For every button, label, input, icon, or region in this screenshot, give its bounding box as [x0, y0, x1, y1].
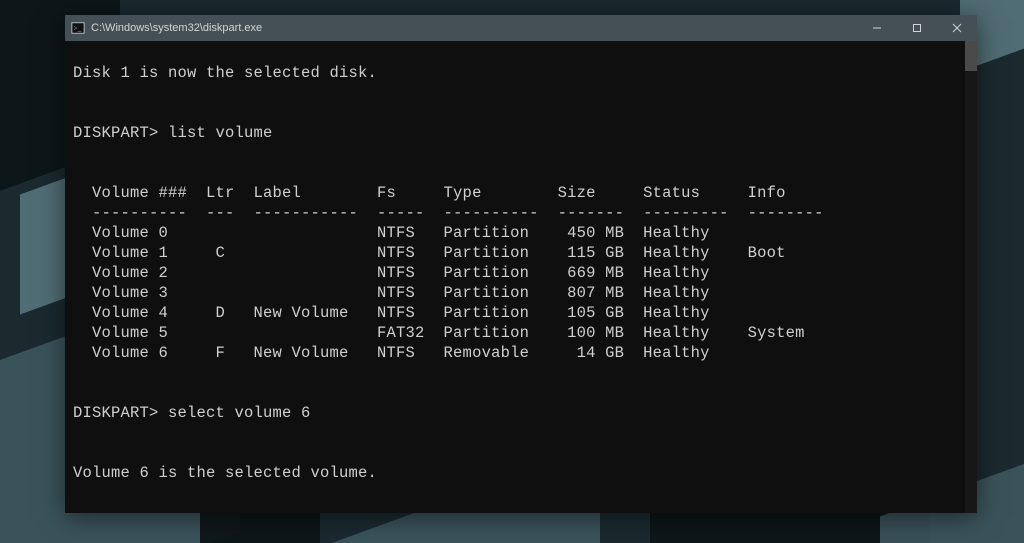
table-header: Volume ### Ltr Label Fs Type Size Status… [73, 184, 786, 202]
table-row: Volume 3 NTFS Partition 807 MB Healthy [73, 284, 710, 302]
table-row: Volume 4 D New Volume NTFS Partition 105… [73, 304, 710, 322]
prompt: DISKPART> [73, 404, 159, 422]
diskpart-window: >_ C:\Windows\system32\diskpart.exe Disk… [65, 15, 977, 513]
table-row: Volume 1 C NTFS Partition 115 GB Healthy… [73, 244, 786, 262]
table-row: Volume 2 NTFS Partition 669 MB Healthy [73, 264, 710, 282]
svg-text:>_: >_ [74, 25, 82, 33]
window-title: C:\Windows\system32\diskpart.exe [91, 22, 262, 34]
scrollbar-track[interactable] [965, 41, 977, 513]
status-line: Disk 1 is now the selected disk. [73, 64, 377, 82]
table-row: Volume 5 FAT32 Partition 100 MB Healthy … [73, 324, 805, 342]
minimize-button[interactable] [857, 15, 897, 41]
status-line: Volume 6 is the selected volume. [73, 464, 377, 482]
table-row: Volume 0 NTFS Partition 450 MB Healthy [73, 224, 710, 242]
terminal-output[interactable]: Disk 1 is now the selected disk. DISKPAR… [65, 41, 977, 513]
command-select-volume: select volume 6 [168, 404, 311, 422]
maximize-button[interactable] [897, 15, 937, 41]
command-list-volume: list volume [168, 124, 273, 142]
table-row: Volume 6 F New Volume NTFS Removable 14 … [73, 344, 710, 362]
prompt: DISKPART> [73, 124, 159, 142]
table-divider: ---------- --- ----------- ----- -------… [73, 204, 824, 222]
window-titlebar[interactable]: >_ C:\Windows\system32\diskpart.exe [65, 15, 977, 41]
cmd-icon: >_ [71, 21, 85, 35]
scrollbar-thumb[interactable] [965, 41, 977, 71]
close-button[interactable] [937, 15, 977, 41]
